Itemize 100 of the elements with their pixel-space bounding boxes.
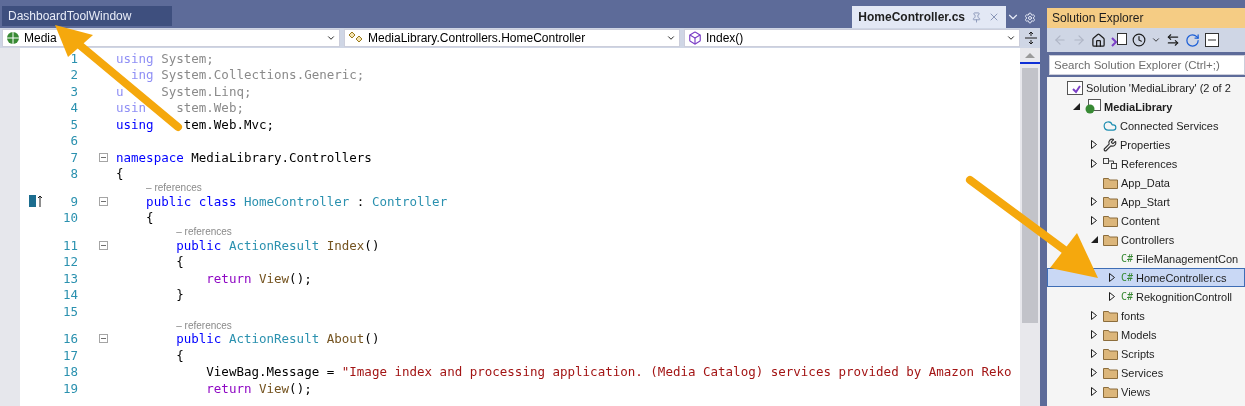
tree-item[interactable]: App_Data [1047,173,1245,192]
switch-views-icon[interactable] [1111,32,1127,48]
line-number: 14 [61,287,78,303]
tree-item[interactable]: Views [1047,382,1245,401]
folder-icon [1103,214,1118,227]
tree-item[interactable]: Models [1047,325,1245,344]
tree-item[interactable]: Properties [1047,135,1245,154]
code-line: using tem.Web.Mvc; [115,116,275,132]
override-icon[interactable] [29,194,43,209]
tree-item[interactable]: Scripts [1047,344,1245,363]
caret-icon[interactable] [1151,35,1161,45]
tree-item[interactable]: Services [1047,363,1245,382]
collapsed-arrow-icon[interactable] [1109,292,1115,301]
project-dropdown[interactable]: Media [2,29,340,47]
folder-icon [1103,385,1118,398]
line-number: 8 [69,166,78,182]
tree-item[interactable]: C# HomeController.cs [1047,268,1245,287]
caret-icon [666,33,676,43]
tree-item[interactable]: Solution 'MediaLibrary' (2 of 2 [1047,78,1245,97]
class-icon [348,31,364,45]
folder-icon [1103,366,1118,379]
collapsed-arrow-icon[interactable] [1091,387,1097,396]
tree-item[interactable]: Connected Services [1047,116,1245,135]
codelens-references[interactable]: – references [176,226,232,237]
wrench-icon [1103,137,1117,152]
line-number: 11 [61,237,78,253]
code-line: public class HomeController : Controller [145,193,448,209]
code-line: using System; [115,50,214,66]
line-number: 2 [69,67,78,83]
search-field[interactable]: Search Solution Explorer (Ctrl+;) [1049,55,1245,75]
collapsed-arrow-icon[interactable] [1091,140,1097,149]
line-number: 7 [69,149,78,165]
tree-item[interactable]: Controllers [1047,230,1245,249]
type-dropdown[interactable]: MediaLibrary.Controllers.HomeController [344,29,680,47]
scrollbar-thumb[interactable] [1022,68,1038,323]
code-line: { [145,210,154,226]
tree-item[interactable]: fonts [1047,306,1245,325]
collapsed-arrow-icon[interactable] [1091,349,1097,358]
cube-icon [688,31,702,45]
code-line: namespace MediaLibrary.Controllers [115,149,372,165]
collapsed-arrow-icon[interactable] [1091,311,1097,320]
code-line: { [175,254,184,270]
collapse-icon[interactable] [98,196,108,206]
line-number: 18 [61,364,78,380]
refresh-icon[interactable] [1185,32,1200,48]
collapsed-arrow-icon[interactable] [1091,197,1097,206]
collapse-all-icon[interactable] [1205,33,1219,47]
collapsed-arrow-icon[interactable] [1091,216,1097,225]
member-dropdown[interactable]: Index() [684,29,1020,47]
tree-item[interactable]: References [1047,154,1245,173]
collapsed-arrow-icon[interactable] [1109,273,1115,282]
panel-title: Solution Explorer [1047,8,1245,28]
code-line: ViewBag.Message = "Image index and processing application. (Media Catalog) services provided by Amazon Reko [205,364,1012,380]
tree-item[interactable]: App_Start [1047,192,1245,211]
code-line: { [115,166,124,182]
code-line: return View(); [205,380,312,396]
line-number: 3 [69,83,78,99]
line-number: 10 [61,210,78,226]
document-tab[interactable]: DashboardToolWindow [2,6,172,26]
codelens-references[interactable]: – references [176,319,232,331]
code-line: u System.Linq; [115,83,252,99]
line-number: 19 [61,380,78,396]
line-number: 6 [69,133,78,149]
expanded-arrow-icon[interactable] [1090,236,1098,243]
home-icon[interactable] [1091,32,1106,48]
line-number: 9 [69,193,78,209]
collapse-icon[interactable] [98,334,108,344]
history-clock-icon[interactable] [1132,33,1146,47]
tree-item[interactable]: C# FileManagementCon [1047,249,1245,268]
folder-icon [1103,347,1118,360]
line-number: 17 [61,347,78,363]
collapse-icon[interactable] [98,240,108,250]
scrollbar[interactable] [1020,48,1040,406]
code-line: return View(); [205,270,312,286]
line-number: 5 [69,116,78,132]
file-type-label: C# [1121,272,1134,283]
line-number: 12 [61,254,78,270]
folder-icon [1103,176,1118,189]
line-number: 16 [61,331,78,347]
collapsed-arrow-icon[interactable] [1091,330,1097,339]
collapse-icon[interactable] [98,152,108,162]
line-number: 1 [69,50,78,66]
collapsed-arrow-icon[interactable] [1091,159,1097,168]
solution-icon [1067,80,1083,95]
line-number: 4 [69,100,78,116]
expanded-arrow-icon[interactable] [1072,103,1080,110]
sync-arrows-icon[interactable] [1166,33,1180,47]
tree-item[interactable]: Content [1047,211,1245,230]
codelens-references[interactable]: – references [146,182,202,193]
file-type-label: C# [1121,291,1134,302]
code-line: ing System.Collections.Generic; [130,67,365,83]
line-number: 15 [61,303,78,319]
settings-icon[interactable] [1024,12,1036,24]
split-icon[interactable] [1024,31,1038,45]
file-type-label: C# [1121,253,1134,264]
tree-item[interactable]: MediaLibrary [1047,97,1245,116]
folder-icon [1103,195,1118,208]
globe-icon [6,31,20,45]
collapsed-arrow-icon[interactable] [1091,368,1097,377]
tree-item[interactable]: C# RekognitionControll [1047,287,1245,306]
